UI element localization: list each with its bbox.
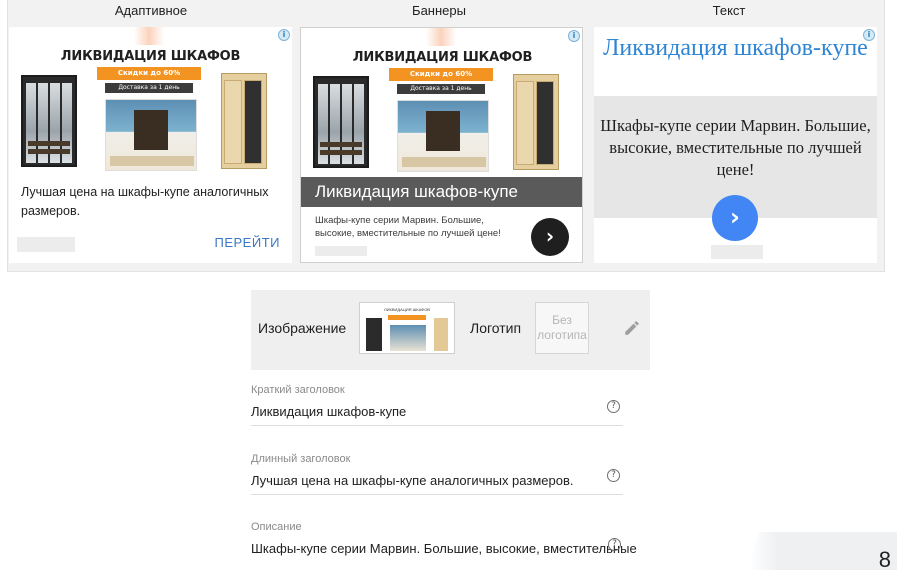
ad-image-subtitle: Доставка за 1 день: [397, 84, 485, 94]
adaptive-long-headline: Лучшая цена на шкафы-купе аналогичных ра…: [21, 185, 269, 218]
chevron-right-icon[interactable]: ›: [712, 195, 758, 241]
text-ad-headline: Ликвидация шкафов-купе: [603, 35, 868, 61]
long-headline-value[interactable]: Лучшая цена на шкафы-купе аналогичных ра…: [251, 473, 573, 488]
banner-description: Шкафы-купе серии Марвин. Большие, высоки…: [315, 215, 501, 239]
short-headline-field[interactable]: Краткий заголовок Ликвидация шкафов-купе…: [251, 384, 623, 426]
banner-headline: Ликвидация шкафов-купе: [301, 177, 582, 207]
adaptive-ad-card[interactable]: ЛИКВИДАЦИЯ ШКАФОВ Скидки до 60% Доставка…: [9, 27, 292, 263]
short-headline-value[interactable]: Ликвидация шкафов-купе: [251, 404, 406, 419]
thumbnail-badge: [388, 315, 426, 320]
thumbnail-wardrobe-light: [434, 318, 448, 351]
banner-ad-card[interactable]: ЛИКВИДАЦИЯ ШКАФОВ Скидки до 60% Доставка…: [300, 27, 583, 263]
blurred-region: [134, 27, 164, 45]
field-label: Краткий заголовок: [251, 384, 345, 396]
room-illustration: [397, 100, 489, 172]
media-settings: Изображение ЛИКВИДАЦИЯ ШКАФОВ Логотип Бе…: [251, 290, 650, 370]
page-corner-decoration: [749, 532, 897, 570]
field-label: Описание: [251, 521, 302, 533]
ad-image-subtitle: Доставка за 1 день: [105, 83, 193, 93]
description-field[interactable]: Описание Шкафы-купе серии Марвин. Больши…: [251, 521, 637, 561]
room-illustration: [105, 99, 197, 171]
light-wardrobe-illustration: [513, 74, 559, 170]
ad-image-title: ЛИКВИДАЦИЯ ШКАФОВ: [352, 50, 533, 65]
ad-image-badge: Скидки до 60%: [97, 67, 201, 80]
info-icon[interactable]: i: [278, 29, 290, 41]
field-label: Длинный заголовок: [251, 453, 351, 465]
image-label: Изображение: [258, 320, 347, 336]
ad-image-title: ЛИКВИДАЦИЯ ШКАФОВ: [60, 49, 241, 64]
ad-image: ЛИКВИДАЦИЯ ШКАФОВ Скидки до 60% Доставка…: [9, 27, 292, 177]
logo-label: Логотип: [470, 320, 522, 336]
logo-placeholder[interactable]: Без логотипа: [535, 302, 589, 354]
info-icon[interactable]: i: [568, 30, 580, 42]
image-thumbnail[interactable]: ЛИКВИДАЦИЯ ШКАФОВ: [359, 302, 455, 354]
go-button[interactable]: ПЕРЕЙТИ: [215, 235, 281, 250]
blurred-url: [315, 246, 367, 256]
chevron-right-icon[interactable]: ›: [531, 218, 569, 256]
dark-wardrobe-illustration: [21, 75, 77, 167]
tab-banners[interactable]: Баннеры: [379, 3, 499, 18]
page-number: 8: [878, 547, 891, 570]
text-ad-description: Шкафы-купе серии Марвин. Большие, высоки…: [600, 116, 871, 179]
ad-preview-panel: Адаптивное Баннеры Текст ЛИКВИДАЦИЯ ШКАФ…: [7, 0, 885, 272]
blurred-url: [17, 237, 75, 252]
thumbnail-room: [390, 325, 426, 351]
tab-text[interactable]: Текст: [669, 3, 789, 18]
help-icon[interactable]: ?: [607, 469, 620, 482]
thumbnail-title: ЛИКВИДАЦИЯ ШКАФОВ: [384, 307, 430, 312]
dark-wardrobe-illustration: [313, 76, 369, 168]
ad-image: ЛИКВИДАЦИЯ ШКАФОВ Скидки до 60% Доставка…: [301, 28, 582, 178]
ad-image-badge: Скидки до 60%: [389, 68, 493, 81]
blurred-region: [426, 28, 456, 46]
help-icon[interactable]: ?: [607, 400, 620, 413]
description-value[interactable]: Шкафы-купе серии Марвин. Большие, высоки…: [251, 541, 637, 556]
thumbnail-wardrobe-dark: [366, 318, 382, 351]
pencil-icon[interactable]: [623, 319, 641, 337]
text-ad-card[interactable]: i Ликвидация шкафов-купе Шкафы-купе сери…: [594, 27, 877, 263]
long-headline-field[interactable]: Длинный заголовок Лучшая цена на шкафы-к…: [251, 453, 623, 495]
help-icon[interactable]: ?: [608, 538, 621, 551]
light-wardrobe-illustration: [221, 73, 267, 169]
tab-adaptive[interactable]: Адаптивное: [91, 3, 211, 18]
blurred-url: [711, 245, 763, 259]
